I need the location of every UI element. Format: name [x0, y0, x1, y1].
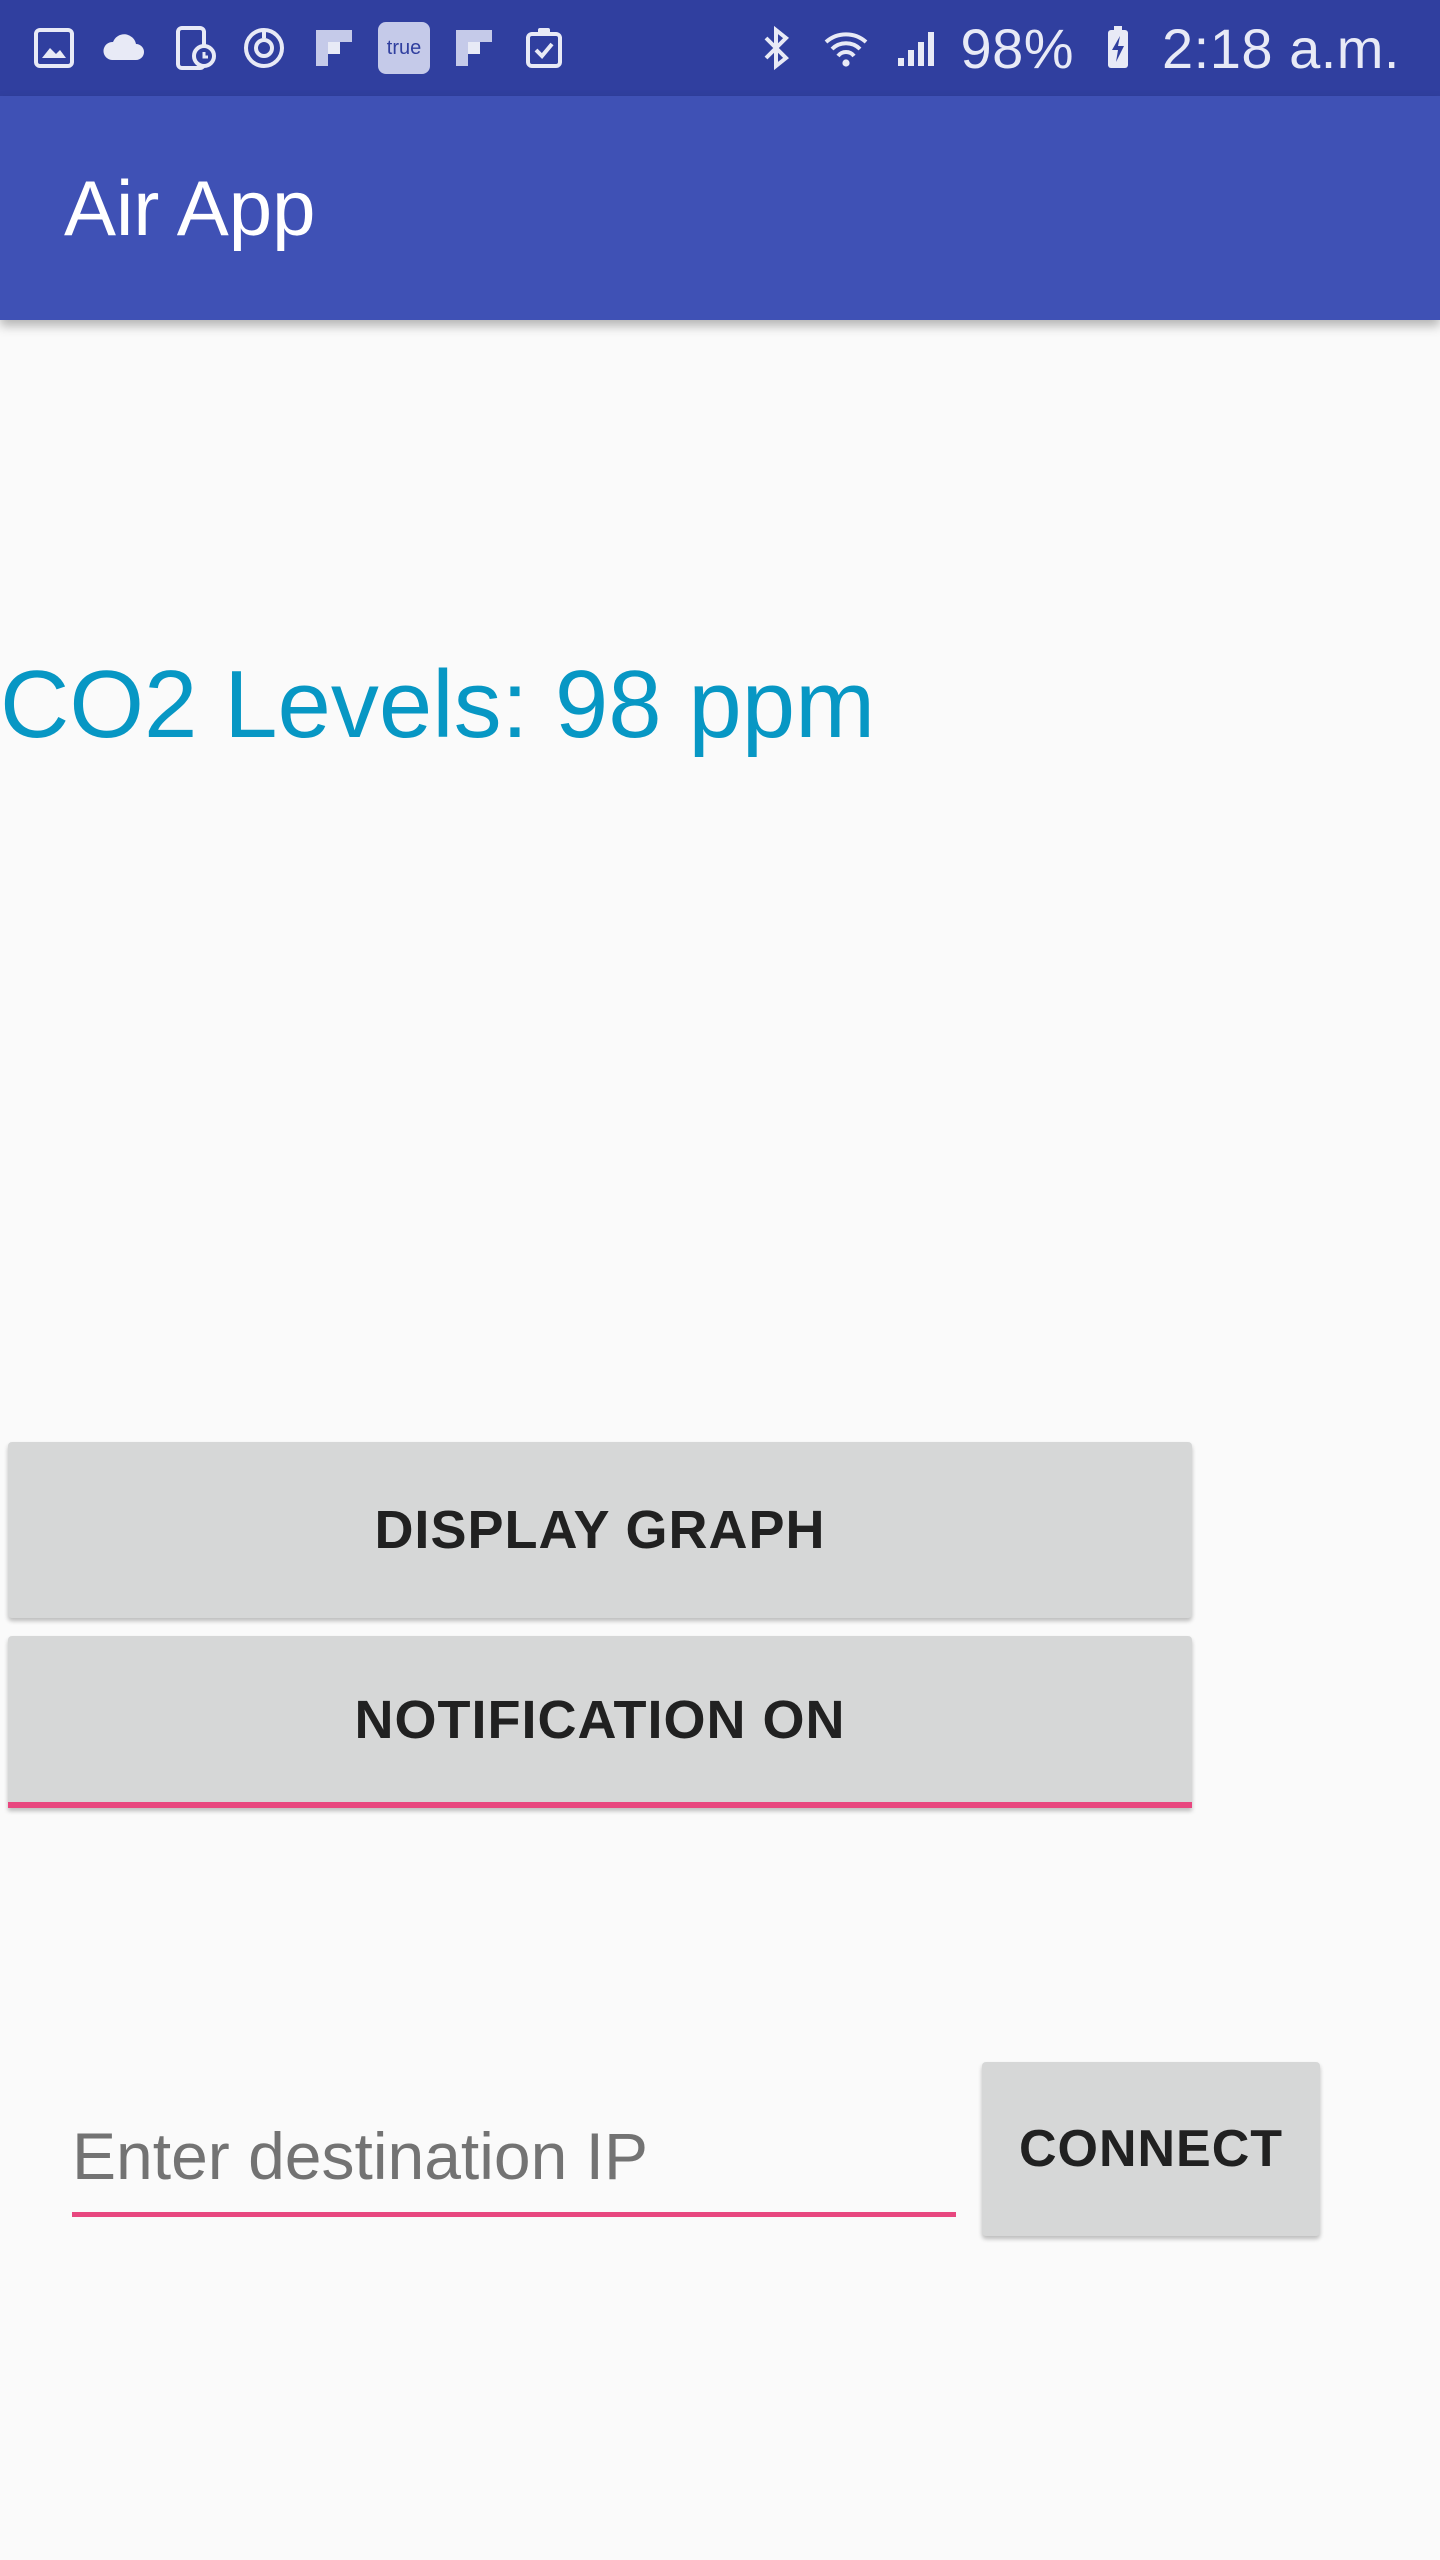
display-graph-button[interactable]: DISPLAY GRAPH — [8, 1442, 1192, 1618]
clock: 2:18 a.m. — [1162, 16, 1400, 80]
true-app-icon: true — [378, 22, 430, 74]
battery-percent: 98% — [960, 16, 1075, 80]
status-bar: true 98% 2:18 a.m. — [0, 0, 1440, 96]
system-status: 98% 2:18 a.m. — [750, 0, 1400, 96]
co2-level-reading: CO2 Levels: 98 ppm — [0, 651, 876, 758]
app-title: Air App — [64, 164, 316, 252]
destination-ip-input[interactable] — [72, 2100, 956, 2217]
cell-signal-icon — [890, 22, 942, 74]
cloud-icon — [98, 22, 150, 74]
connect-button[interactable]: CONNECT — [982, 2062, 1320, 2236]
wifi-icon — [820, 22, 872, 74]
notification-icons: true — [28, 0, 570, 96]
gallery-icon — [28, 22, 80, 74]
battery-charging-icon — [1092, 22, 1144, 74]
clipboard-check-icon — [518, 22, 570, 74]
tablet-clock-icon — [168, 22, 220, 74]
notification-toggle-button[interactable]: NOTIFICATION ON — [8, 1636, 1192, 1808]
sync-icon — [238, 22, 290, 74]
flipboard-icon — [308, 22, 360, 74]
app-bar: Air App — [0, 96, 1440, 320]
bluetooth-icon — [750, 22, 802, 74]
flipboard-icon — [448, 22, 500, 74]
